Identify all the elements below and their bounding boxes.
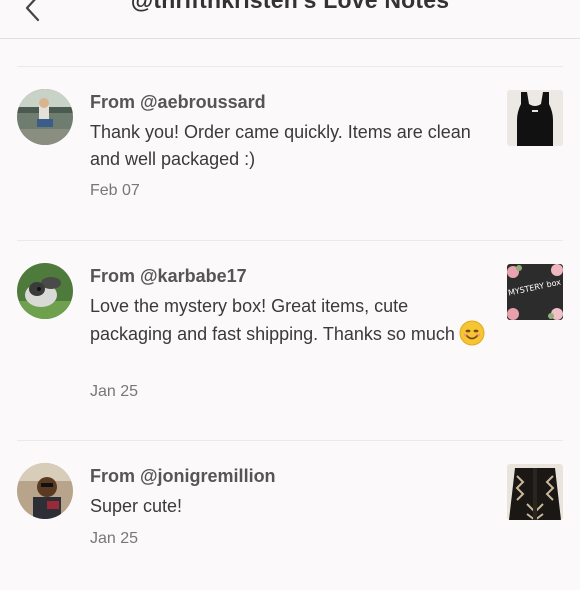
avatar[interactable]: [17, 463, 73, 519]
black-tank-top-image: [507, 90, 563, 146]
user-photo-image: [17, 463, 73, 519]
love-note-item: From @karbabe17 Love the mystery box! Gr…: [17, 240, 563, 440]
note-message-text: Love the mystery box! Great items, cute …: [90, 296, 455, 344]
note-message: Love the mystery box! Great items, cute …: [90, 293, 490, 348]
item-thumbnail[interactable]: [507, 90, 563, 146]
note-message: Super cute!: [90, 496, 183, 516]
item-thumbnail[interactable]: MYSTERY box: [507, 264, 563, 320]
top-bar: @thriftnkristen's Love Notes: [0, 0, 580, 39]
user-photo-image: [17, 89, 73, 145]
note-date: Jan 25: [90, 530, 139, 547]
avatar[interactable]: [17, 263, 73, 319]
note-message: Thank you! Order came quickly. Items are…: [90, 122, 471, 169]
love-note-item: From @jonigremillion Super cute! Jan 25: [17, 440, 563, 590]
avatar[interactable]: [17, 89, 73, 145]
sender-name[interactable]: From @jonigremillion: [90, 466, 276, 487]
love-note-item: From @aebroussard Thank you! Order came …: [17, 66, 563, 240]
note-date: Feb 07: [90, 182, 140, 199]
patterned-cardigan-image: [507, 464, 563, 520]
mystery-box-image: MYSTERY box: [507, 264, 563, 320]
love-notes-list: From @aebroussard Thank you! Order came …: [0, 66, 580, 590]
sender-name[interactable]: From @aebroussard: [90, 92, 266, 113]
sender-name[interactable]: From @karbabe17: [90, 266, 247, 287]
smiling-face-emoji-icon: [459, 320, 485, 346]
item-thumbnail[interactable]: [507, 464, 563, 520]
page-title: @thriftnkristen's Love Notes: [130, 0, 450, 13]
bunny-photo-image: [17, 263, 73, 319]
note-date: Jan 25: [90, 383, 139, 400]
